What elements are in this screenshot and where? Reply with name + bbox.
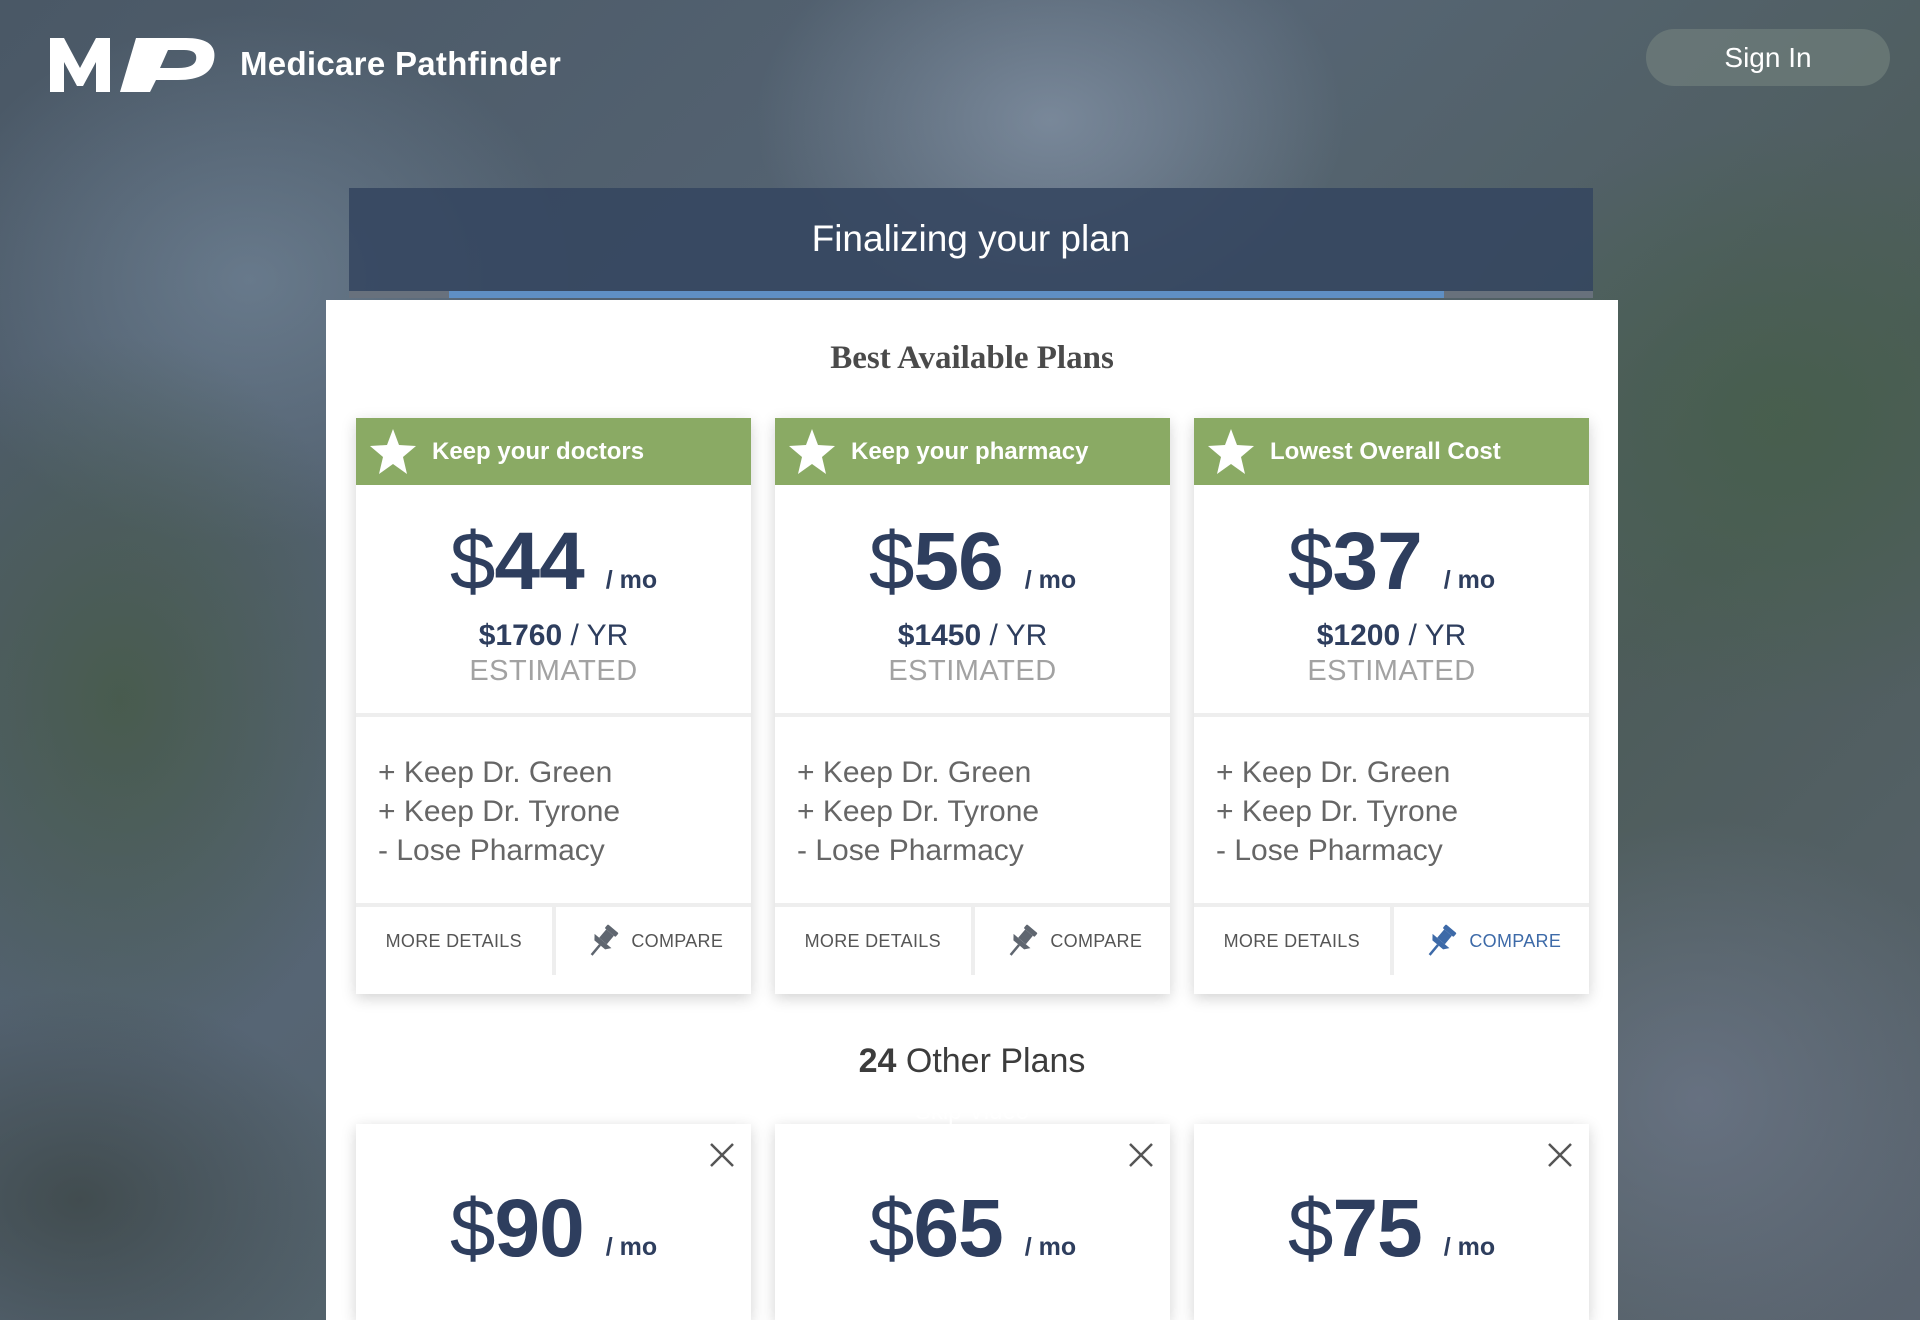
price-block: $44 / mo $1760 / YR ESTIMATED xyxy=(356,485,751,717)
price-unit: / mo xyxy=(1024,566,1077,594)
price-block: $56 / mo $1450 / YR ESTIMATED xyxy=(775,485,1170,717)
price-value: 44 xyxy=(494,516,584,607)
plan-card: Keep your pharmacy $56 / mo $1450 / YR E… xyxy=(775,418,1170,994)
more-details-button[interactable]: MORE DETAILS xyxy=(356,907,552,975)
more-details-button[interactable]: MORE DETAILS xyxy=(775,907,971,975)
feature-list: + Keep Dr. Green + Keep Dr. Tyrone - Los… xyxy=(356,717,751,907)
feature-item: + Keep Dr. Tyrone xyxy=(378,795,621,828)
estimated-label: ESTIMATED xyxy=(469,655,638,687)
card-actions: MORE DETAILS COMPARE xyxy=(1194,907,1589,975)
compare-label: COMPARE xyxy=(1469,930,1562,951)
brand[interactable]: Medicare Pathfinder xyxy=(50,34,561,94)
plans-panel: Best Available Plans Keep your doctors $… xyxy=(326,300,1618,1320)
progress-header: Finalizing your plan xyxy=(349,188,1593,298)
compare-label: COMPARE xyxy=(1050,930,1143,951)
plan-badge-label: Keep your pharmacy xyxy=(851,437,1089,465)
feature-item: + Keep Dr. Tyrone xyxy=(797,795,1040,828)
progress-bar-fill xyxy=(448,291,1444,298)
price-value: 56 xyxy=(913,516,1003,607)
price-unit: / mo xyxy=(605,566,658,594)
close-icon[interactable] xyxy=(707,1140,737,1170)
monthly-price: $37 / mo xyxy=(1287,516,1496,607)
price-unit: / mo xyxy=(1443,566,1496,594)
feature-item: - Lose Pharmacy xyxy=(797,834,1024,867)
estimated-label: ESTIMATED xyxy=(888,655,1057,687)
estimated-label: ESTIMATED xyxy=(1307,655,1476,687)
pushpin-icon xyxy=(1429,924,1457,956)
compare-button[interactable]: COMPARE xyxy=(970,907,1171,975)
pushpin-icon xyxy=(1010,924,1038,956)
star-icon xyxy=(370,428,416,474)
compare-button[interactable]: COMPARE xyxy=(1389,907,1590,975)
price-value: 65 xyxy=(913,1183,1003,1274)
price-value: 37 xyxy=(1332,516,1422,607)
more-details-button[interactable]: MORE DETAILS xyxy=(1194,907,1390,975)
monthly-price: $65 / mo xyxy=(868,1183,1077,1274)
feature-item: - Lose Pharmacy xyxy=(378,834,605,867)
monthly-price: $75 / mo xyxy=(1287,1183,1496,1274)
other-plan-card[interactable]: $90 / mo xyxy=(356,1124,751,1320)
other-plan-card[interactable]: $65 / mo xyxy=(775,1124,1170,1320)
skip-video-link[interactable]: Skip Video xyxy=(326,1098,1618,1126)
compare-button[interactable]: COMPARE xyxy=(551,907,752,975)
card-actions: MORE DETAILS COMPARE xyxy=(775,907,1170,975)
price-value: 75 xyxy=(1332,1183,1422,1274)
brand-name: Medicare Pathfinder xyxy=(240,45,562,82)
progress-title: Finalizing your plan xyxy=(811,218,1131,259)
plan-badge: Keep your doctors xyxy=(356,418,751,485)
star-icon xyxy=(789,428,835,474)
feature-item: + Keep Dr. Green xyxy=(378,756,613,789)
yearly-price: $1760 / YR xyxy=(478,619,629,652)
mp-logo-icon xyxy=(50,38,215,92)
card-actions: MORE DETAILS COMPARE xyxy=(356,907,751,975)
feature-item: - Lose Pharmacy xyxy=(1216,834,1443,867)
compare-label: COMPARE xyxy=(631,930,724,951)
star-icon xyxy=(1208,428,1254,474)
feature-list: + Keep Dr. Green + Keep Dr. Tyrone - Los… xyxy=(1194,717,1589,907)
feature-item: + Keep Dr. Green xyxy=(797,756,1032,789)
plan-badge-label: Lowest Overall Cost xyxy=(1270,437,1501,465)
monthly-price: $90 / mo xyxy=(449,1183,658,1274)
feature-item: + Keep Dr. Tyrone xyxy=(1216,795,1459,828)
other-plans-label: Other Plans xyxy=(905,1042,1086,1080)
pushpin-icon xyxy=(591,924,619,956)
monthly-price: $56 / mo xyxy=(868,516,1077,607)
plan-card: Keep your doctors $44 / mo $1760 / YR ES… xyxy=(356,418,751,994)
other-plan-card[interactable]: $75 / mo xyxy=(1194,1124,1589,1320)
plan-badge: Lowest Overall Cost xyxy=(1194,418,1589,485)
plan-card: Lowest Overall Cost $37 / mo $1200 / YR … xyxy=(1194,418,1589,994)
other-plans-heading: 24 Other Plans xyxy=(326,1042,1618,1081)
section-title: Best Available Plans xyxy=(830,340,1114,376)
plan-badge-label: Keep your doctors xyxy=(432,437,645,465)
price-unit: / mo xyxy=(1024,1233,1077,1261)
close-icon[interactable] xyxy=(1126,1140,1156,1170)
feature-item: + Keep Dr. Green xyxy=(1216,756,1451,789)
yearly-price: $1200 / YR xyxy=(1316,619,1467,652)
progress-bar xyxy=(349,291,1593,298)
feature-list: + Keep Dr. Green + Keep Dr. Tyrone - Los… xyxy=(775,717,1170,907)
price-block: $37 / mo $1200 / YR ESTIMATED xyxy=(1194,485,1589,717)
yearly-price: $1450 / YR xyxy=(897,619,1048,652)
price-unit: / mo xyxy=(1443,1233,1496,1261)
price-value: 90 xyxy=(494,1183,584,1274)
other-plans-count: 24 xyxy=(858,1042,897,1080)
price-unit: / mo xyxy=(605,1233,658,1261)
monthly-price: $44 / mo xyxy=(449,516,658,607)
plan-badge: Keep your pharmacy xyxy=(775,418,1170,485)
close-icon[interactable] xyxy=(1545,1140,1575,1170)
sign-in-button[interactable]: Sign In xyxy=(1646,29,1890,86)
